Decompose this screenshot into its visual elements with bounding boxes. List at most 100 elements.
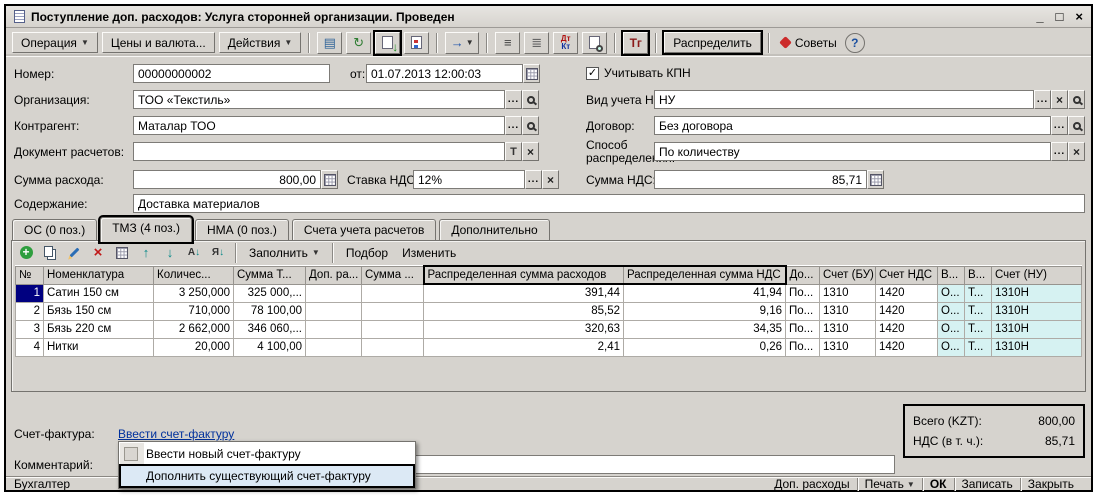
maximize-button[interactable]: □: [1056, 9, 1064, 24]
col-header[interactable]: До...: [786, 266, 820, 284]
close-form-button[interactable]: Закрыть: [1021, 477, 1081, 491]
contract-field[interactable]: Без договора: [654, 116, 1051, 135]
col-header[interactable]: Номенклатура: [44, 266, 154, 284]
fill-button[interactable]: Заполнить▼: [244, 243, 325, 262]
vat-rate-clear-button[interactable]: [542, 170, 559, 189]
invoice-context-menu: Ввести новый счет-фактуру Дополнить суще…: [118, 441, 416, 489]
tab-tmz[interactable]: ТМЗ (4 поз.): [100, 217, 192, 242]
col-header[interactable]: В...: [938, 266, 965, 284]
col-header[interactable]: В...: [965, 266, 992, 284]
move-up-icon[interactable]: ↑: [136, 243, 156, 262]
vat-rate-select-button[interactable]: [525, 170, 542, 189]
post-document-icon[interactable]: ↓: [375, 32, 400, 54]
method-select-button[interactable]: [1051, 142, 1068, 161]
amount-field[interactable]: 800,00: [133, 170, 321, 189]
menu-item-new-invoice[interactable]: Ввести новый счет-фактуру: [120, 443, 414, 465]
table-row[interactable]: 4Нитки20,0004 100,002,410,26По...1310142…: [16, 338, 1082, 356]
col-header[interactable]: Сумма ...: [362, 266, 424, 284]
paydoc-clear-button[interactable]: [522, 142, 539, 161]
contragent-field[interactable]: Маталар ТОО: [133, 116, 505, 135]
col-header[interactable]: Счет (НУ): [992, 266, 1082, 284]
date-field[interactable]: 01.07.2013 12:00:03: [366, 64, 523, 83]
write-button[interactable]: Записать: [955, 477, 1020, 491]
document-movements-icon[interactable]: [404, 32, 429, 54]
list-icon[interactable]: ≡: [495, 32, 520, 54]
close-button[interactable]: ×: [1075, 9, 1083, 24]
grid-settings-icon[interactable]: [112, 243, 132, 262]
open-form-icon[interactable]: ▤: [317, 32, 342, 54]
table-row[interactable]: 1Сатин 150 см3 250,000325 000,...391,444…: [16, 284, 1082, 302]
paydoc-text-button[interactable]: [505, 142, 522, 161]
window-title: Поступление доп. расходов: Услуга сторон…: [31, 10, 455, 24]
nu-clear-button[interactable]: [1051, 90, 1068, 109]
paydoc-label: Документ расчетов:: [14, 145, 124, 159]
table-row[interactable]: 3Бязь 220 см2 662,000346 060,...320,6334…: [16, 320, 1082, 338]
ok-button[interactable]: ОК: [923, 477, 954, 491]
nu-open-button[interactable]: [1068, 90, 1085, 109]
paydoc-field[interactable]: [133, 142, 505, 161]
sort-ascending-icon[interactable]: А↓: [184, 243, 204, 262]
method-field[interactable]: По количеству: [654, 142, 1051, 161]
tab-nma[interactable]: НМА (0 поз.): [195, 219, 289, 241]
help-button[interactable]: ?: [845, 33, 865, 53]
prices-currency-button[interactable]: Цены и валюта...: [102, 32, 215, 53]
contragent-open-button[interactable]: [522, 116, 539, 135]
move-down-icon[interactable]: ↓: [160, 243, 180, 262]
col-header[interactable]: Сумма Т...: [234, 266, 306, 284]
tab-os[interactable]: ОС (0 поз.): [12, 219, 97, 241]
enter-invoice-link[interactable]: Ввести счет-фактуру: [118, 427, 234, 441]
tab-additional[interactable]: Дополнительно: [439, 219, 549, 241]
table-row[interactable]: 2Бязь 150 см710,00078 100,0085,529,16По.…: [16, 302, 1082, 320]
distribute-button[interactable]: Распределить: [664, 32, 761, 53]
vat-amount-calculator-button[interactable]: [867, 170, 884, 189]
kpn-checkbox[interactable]: ✓ Учитывать КПН: [586, 66, 691, 80]
add-row-icon[interactable]: [16, 243, 36, 262]
change-button[interactable]: Изменить: [397, 243, 461, 262]
pick-button[interactable]: Подбор: [341, 243, 393, 262]
edit-row-icon[interactable]: [64, 243, 84, 262]
col-header[interactable]: Счет НДС: [876, 266, 938, 284]
tenge-icon[interactable]: Тг: [623, 32, 648, 54]
number-field[interactable]: 00000000002: [133, 64, 330, 83]
menu-item-append-invoice[interactable]: Дополнить существующий счет-фактуру: [120, 465, 414, 487]
print-button[interactable]: Печать▼: [858, 477, 922, 491]
calendar-button[interactable]: [523, 64, 540, 83]
structure-icon[interactable]: ≣: [524, 32, 549, 54]
col-header[interactable]: Счет (БУ): [820, 266, 876, 284]
items-table[interactable]: № Номенклатура Количес... Сумма Т... Доп…: [15, 265, 1082, 357]
report-icon[interactable]: [582, 32, 607, 54]
minimize-button[interactable]: _: [1036, 9, 1043, 24]
method-clear-button[interactable]: [1068, 142, 1085, 161]
additional-expenses-button[interactable]: Доп. расходы: [767, 477, 856, 491]
refresh-icon[interactable]: ↻: [346, 32, 371, 54]
content-field[interactable]: Доставка материалов: [133, 194, 1085, 213]
organization-select-button[interactable]: [505, 90, 522, 109]
dtkt-postings-icon[interactable]: ДтКт: [553, 32, 578, 54]
vat-rate-field[interactable]: 12%: [413, 170, 525, 189]
advice-button[interactable]: Советы: [777, 36, 841, 50]
go-button[interactable]: →▼: [445, 32, 479, 54]
copy-row-icon[interactable]: [40, 243, 60, 262]
tab-settlement-accounts[interactable]: Счета учета расчетов: [292, 219, 436, 241]
table-header-row[interactable]: № Номенклатура Количес... Сумма Т... Доп…: [16, 266, 1082, 284]
content-label: Содержание:: [14, 197, 87, 211]
col-header[interactable]: Количес...: [154, 266, 234, 284]
vat-amount-field[interactable]: 85,71: [654, 170, 867, 189]
organization-open-button[interactable]: [522, 90, 539, 109]
col-header-distributed-vat[interactable]: Распределенная сумма НДС: [624, 266, 786, 284]
contract-select-button[interactable]: [1051, 116, 1068, 135]
col-header-distributed-expense[interactable]: Распределенная сумма расходов: [424, 266, 624, 284]
amount-calculator-button[interactable]: [321, 170, 338, 189]
contract-open-button[interactable]: [1068, 116, 1085, 135]
organization-field[interactable]: ТОО «Текстиль»: [133, 90, 505, 109]
delete-row-icon[interactable]: [88, 243, 108, 262]
nu-select-button[interactable]: [1034, 90, 1051, 109]
nu-type-field[interactable]: НУ: [654, 90, 1034, 109]
col-header[interactable]: №: [16, 266, 44, 284]
actions-button[interactable]: Действия▼: [219, 32, 302, 53]
col-header[interactable]: Доп. ра...: [306, 266, 362, 284]
contragent-select-button[interactable]: [505, 116, 522, 135]
toolbar-separator: [436, 33, 438, 53]
sort-descending-icon[interactable]: Я↓: [208, 243, 228, 262]
operation-button[interactable]: Операция▼: [12, 32, 98, 53]
